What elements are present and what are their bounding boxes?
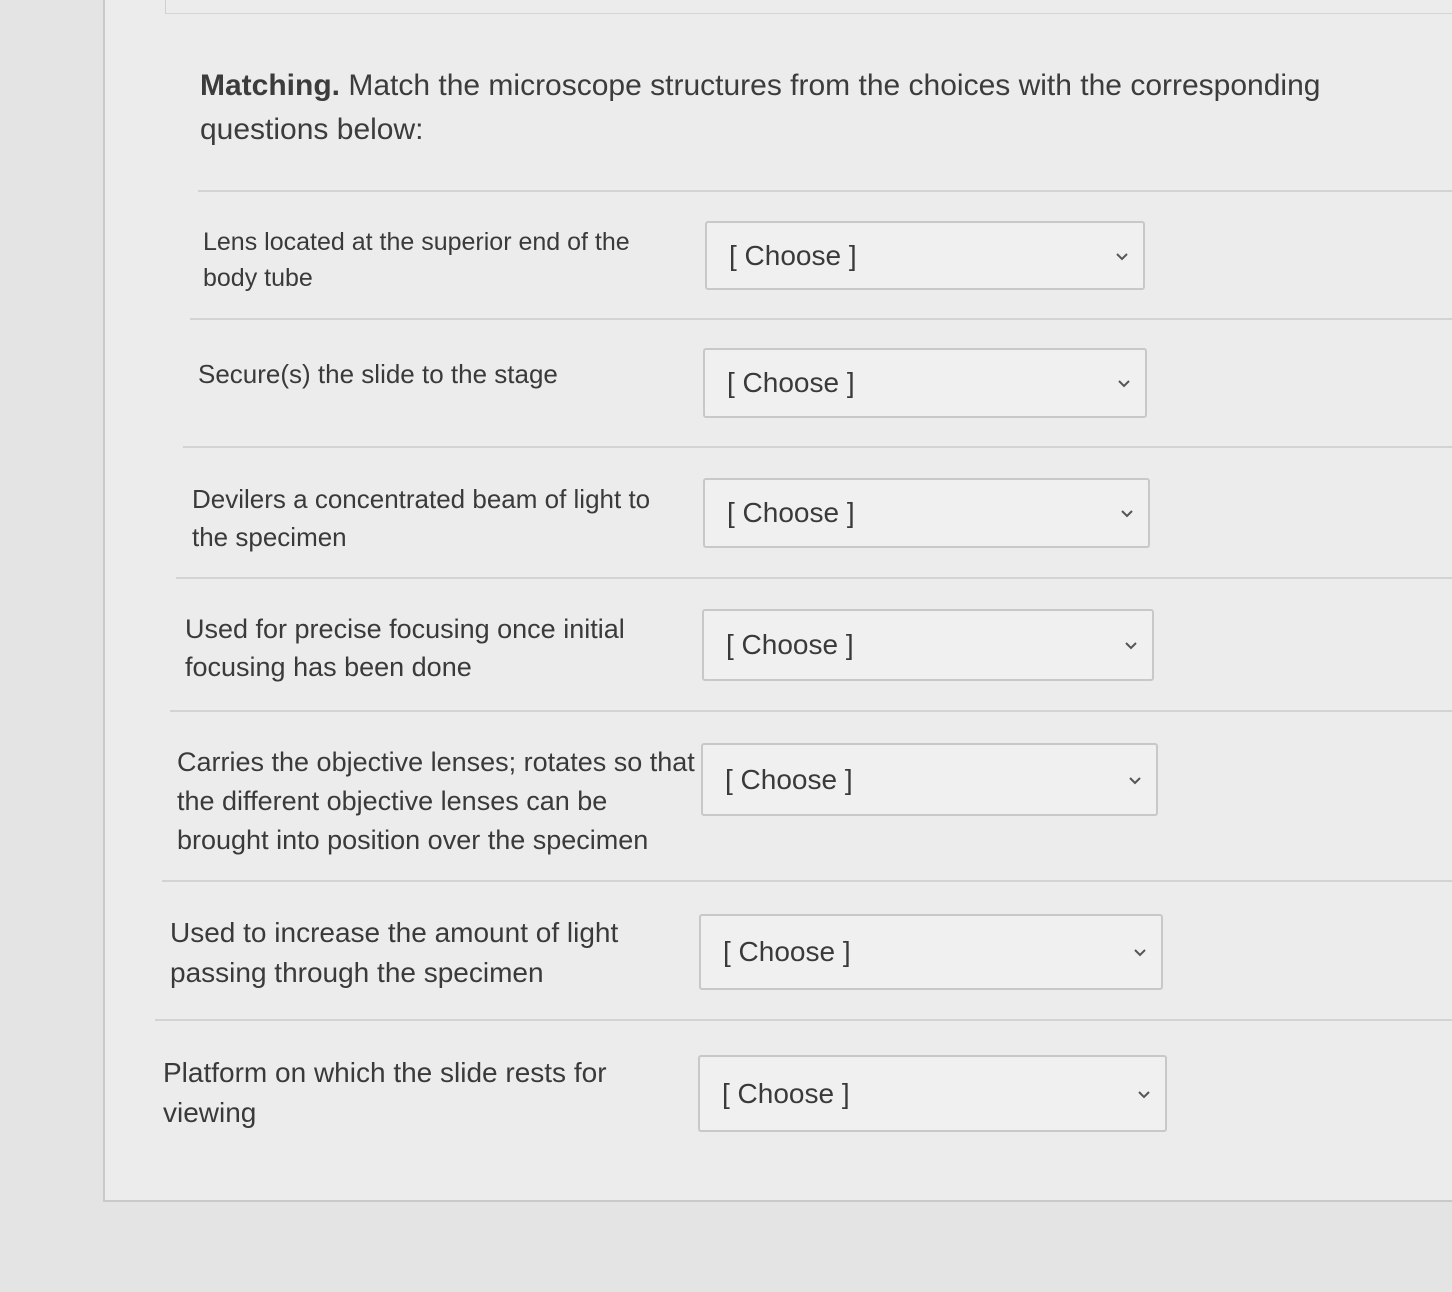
chevron-down-icon [1125,642,1137,650]
answer-select-3-value: [ Choose ] [727,497,855,528]
matching-instructions: Match the microscope structures from the… [200,69,1321,146]
card-top-border [165,0,1452,14]
matching-label: Matching. [200,69,340,102]
row-divider-3 [176,577,1452,579]
header-divider [198,190,1452,192]
answer-select-1[interactable]: [ Choose ] [705,221,1145,290]
row-divider-5 [162,880,1452,882]
question-1-text: Lens located at the superior end of the … [203,228,630,292]
question-2-text: Secure(s) the slide to the stage [198,359,558,389]
answer-select-1-value: [ Choose ] [729,239,857,271]
question-6-text: Used to increase the amount of light pas… [170,917,619,988]
chevron-down-icon [1129,776,1141,784]
answer-select-6[interactable]: [ Choose ] [699,914,1163,990]
answer-select-6-value: [ Choose ] [723,936,851,967]
question-header: Matching. Match the microscope structure… [200,64,1400,152]
question-3-text: Devilers a concentrated beam of light to… [192,484,651,552]
answer-select-5-value: [ Choose ] [725,763,853,795]
row-divider-6 [155,1019,1452,1021]
quiz-card [103,0,1452,1202]
chevron-down-icon [1118,380,1130,388]
answer-select-5[interactable]: [ Choose ] [701,743,1158,816]
answer-select-3[interactable]: [ Choose ] [703,478,1150,548]
question-5-text: Carries the objective lenses; rotates so… [177,747,695,855]
answer-select-7-value: [ Choose ] [722,1077,850,1109]
question-4-text: Used for precise focusing once initial f… [185,614,625,682]
chevron-down-icon [1116,252,1128,260]
answer-select-7[interactable]: [ Choose ] [698,1055,1167,1132]
chevron-down-icon [1138,1090,1150,1098]
chevron-down-icon [1134,949,1146,957]
answer-select-2-value: [ Choose ] [727,367,855,398]
row-divider-2 [183,446,1452,448]
row-divider-1 [190,318,1452,320]
answer-select-4[interactable]: [ Choose ] [702,609,1154,681]
answer-select-2[interactable]: [ Choose ] [703,348,1147,418]
row-divider-4 [170,710,1452,712]
chevron-down-icon [1121,510,1133,518]
answer-select-4-value: [ Choose ] [726,629,854,660]
question-7-text: Platform on which the slide rests for vi… [163,1057,607,1128]
